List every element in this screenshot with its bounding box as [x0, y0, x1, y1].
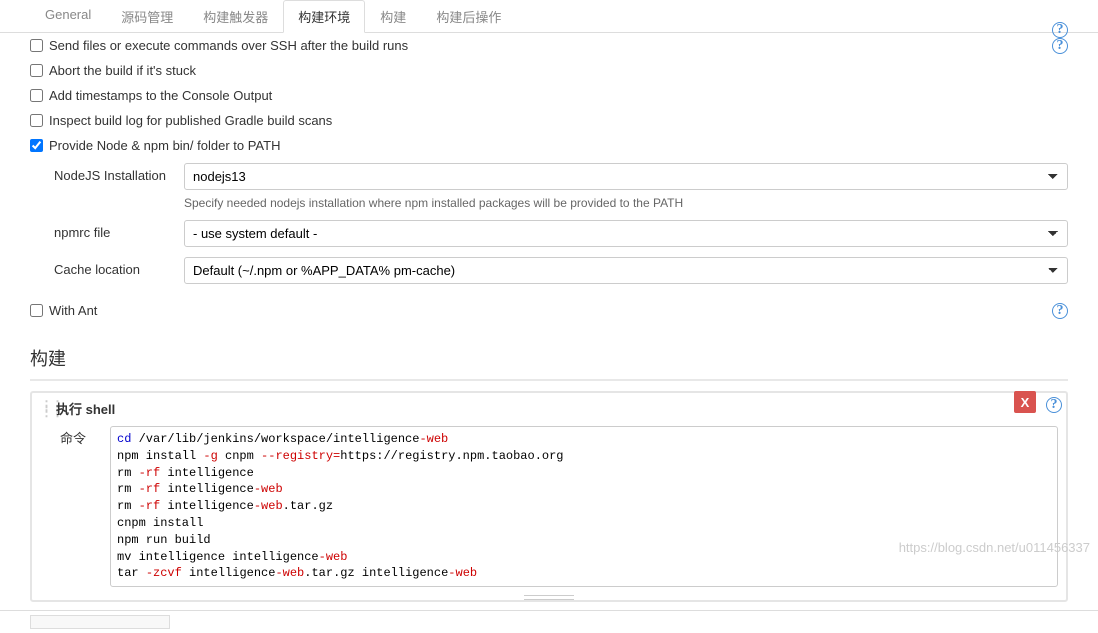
- tab-scm[interactable]: 源码管理: [106, 0, 188, 33]
- bottom-placeholder: [30, 615, 170, 629]
- checkbox-nodepath[interactable]: [30, 139, 43, 152]
- tab-build-env[interactable]: 构建环境: [283, 0, 365, 33]
- opt-with-ant: With Ant ?: [30, 297, 1068, 323]
- label-ssh-after[interactable]: Send files or execute commands over SSH …: [49, 38, 408, 53]
- help-nodejs-install: Specify needed nodejs installation where…: [184, 196, 1068, 210]
- select-npmrc[interactable]: - use system default -: [184, 220, 1068, 247]
- drag-grip-icon[interactable]: ⋮⋮⋮⋮: [40, 403, 50, 415]
- bottom-bar: [0, 610, 1098, 633]
- label-abort[interactable]: Abort the build if it's stuck: [49, 63, 196, 78]
- opt-gradle: Inspect build log for published Gradle b…: [30, 108, 1068, 133]
- select-cache[interactable]: Default (~/.npm or %APP_DATA% pm-cache): [184, 257, 1068, 284]
- label-gradle[interactable]: Inspect build log for published Gradle b…: [49, 113, 332, 128]
- config-tabs: General 源码管理 构建触发器 构建环境 构建 构建后操作: [0, 0, 1098, 33]
- tab-post-build[interactable]: 构建后操作: [421, 0, 516, 33]
- checkbox-ssh-after[interactable]: [30, 39, 43, 52]
- label-timestamps[interactable]: Add timestamps to the Console Output: [49, 88, 272, 103]
- delete-step-button[interactable]: X: [1014, 391, 1036, 413]
- checkbox-with-ant[interactable]: [30, 304, 43, 317]
- tab-triggers[interactable]: 构建触发器: [188, 0, 283, 33]
- help-icon[interactable]: ?: [1052, 303, 1068, 319]
- section-build: 构建: [30, 333, 1068, 381]
- select-nodejs-install[interactable]: nodejs13: [184, 163, 1068, 190]
- shell-title: 执行 shell: [56, 399, 115, 418]
- label-cache: Cache location: [54, 257, 184, 277]
- row-cache: Cache location Default (~/.npm or %APP_D…: [54, 252, 1068, 289]
- opt-nodepath: Provide Node & npm bin/ folder to PATH: [30, 133, 1068, 158]
- resize-handle[interactable]: [524, 595, 574, 600]
- checkbox-abort[interactable]: [30, 64, 43, 77]
- shell-header: ⋮⋮⋮⋮ 执行 shell X ?: [32, 393, 1066, 424]
- label-nodepath[interactable]: Provide Node & npm bin/ folder to PATH: [49, 138, 280, 153]
- tab-general[interactable]: General: [30, 0, 106, 33]
- row-nodejs-install: NodeJS Installation nodejs13 Specify nee…: [54, 158, 1068, 215]
- row-npmrc: npmrc file - use system default -: [54, 215, 1068, 252]
- label-with-ant[interactable]: With Ant: [49, 303, 97, 318]
- build-step-shell: ⋮⋮⋮⋮ 执行 shell X ? 命令 cd /var/lib/jenkins…: [30, 391, 1068, 602]
- opt-abort: Abort the build if it's stuck: [30, 58, 1068, 83]
- tab-build[interactable]: 构建: [365, 0, 421, 33]
- help-icon[interactable]: ?: [1046, 397, 1062, 413]
- opt-timestamps: Add timestamps to the Console Output: [30, 83, 1068, 108]
- opt-ssh-after: Send files or execute commands over SSH …: [30, 33, 1068, 58]
- checkbox-timestamps[interactable]: [30, 89, 43, 102]
- checkbox-gradle[interactable]: [30, 114, 43, 127]
- label-nodejs-install: NodeJS Installation: [54, 163, 184, 183]
- label-npmrc: npmrc file: [54, 220, 184, 240]
- help-icon[interactable]: ?: [1052, 38, 1068, 54]
